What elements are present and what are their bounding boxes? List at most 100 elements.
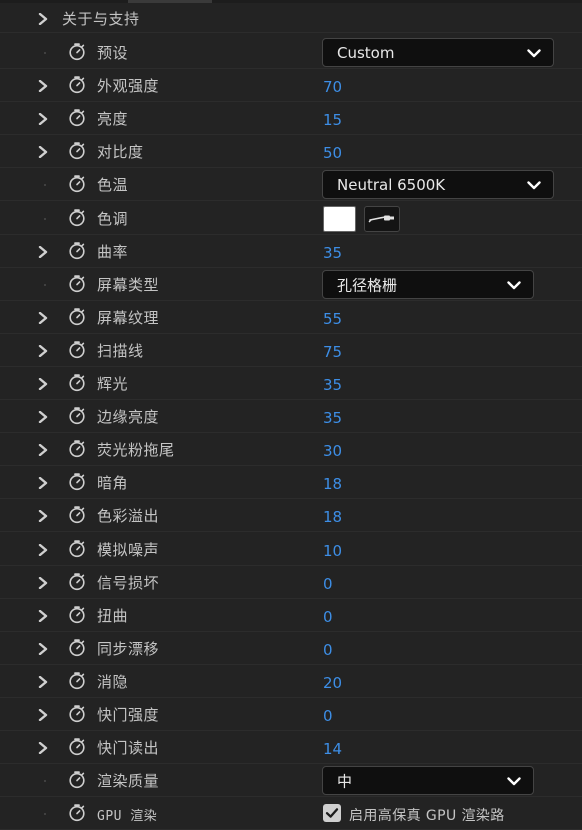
property-dropdown[interactable]: 中: [322, 766, 534, 795]
chevron-right-icon[interactable]: [36, 377, 50, 391]
property-row: 模拟噪声 10: [0, 533, 582, 566]
chevron-right-icon[interactable]: [36, 543, 50, 557]
property-row: 同步漂移 0: [0, 632, 582, 665]
chevron-right-icon[interactable]: [36, 576, 50, 590]
chevron-right-icon[interactable]: [36, 476, 50, 490]
property-value[interactable]: 18: [323, 475, 342, 493]
property-row: 边缘亮度 35: [0, 400, 582, 433]
stopwatch-icon[interactable]: [67, 240, 87, 260]
stopwatch-icon[interactable]: [67, 637, 87, 657]
property-value[interactable]: 0: [323, 608, 333, 626]
property-value[interactable]: 18: [323, 508, 342, 526]
chevron-right-icon[interactable]: [36, 741, 50, 755]
property-dropdown[interactable]: Custom: [322, 38, 554, 67]
property-row: 辉光 35: [0, 367, 582, 400]
stopwatch-icon[interactable]: [67, 802, 87, 822]
property-value[interactable]: 10: [323, 542, 342, 560]
stopwatch-icon[interactable]: [67, 736, 87, 756]
dropdown-selected-value: 孔径格栅: [337, 276, 398, 294]
stopwatch-icon[interactable]: [67, 74, 87, 94]
property-row: 对比度 50: [0, 135, 582, 168]
color-swatch[interactable]: [323, 206, 356, 232]
property-dropdown[interactable]: Neutral 6500K: [322, 170, 554, 199]
property-label: 亮度: [97, 110, 129, 128]
property-value[interactable]: 0: [323, 707, 333, 725]
chevron-right-icon[interactable]: [36, 675, 50, 689]
chevron-right-icon[interactable]: [36, 311, 50, 325]
property-label: 外观强度: [97, 77, 160, 95]
property-value[interactable]: 75: [323, 343, 342, 361]
property-row: GPU 渲染 启用高保真 GPU 渲染路: [0, 797, 582, 830]
stopwatch-icon[interactable]: [67, 703, 87, 723]
section-header-about[interactable]: 关于与支持: [0, 3, 582, 33]
property-label: 快门读出: [97, 739, 160, 757]
property-label: 对比度: [97, 143, 144, 161]
gpu-render-checkbox-label[interactable]: 启用高保真 GPU 渲染路: [349, 805, 505, 825]
chevron-right-icon[interactable]: [36, 245, 50, 259]
property-row: 信号损坏 0: [0, 566, 582, 599]
property-label: 扫描线: [97, 342, 144, 360]
property-value[interactable]: 50: [323, 144, 342, 162]
property-value[interactable]: 70: [323, 78, 342, 96]
property-label: 模拟噪声: [97, 541, 160, 559]
stopwatch-icon[interactable]: [67, 471, 87, 491]
dropdown-selected-value: Custom: [337, 43, 395, 62]
property-value[interactable]: 35: [323, 244, 342, 262]
eyedropper-icon[interactable]: [364, 206, 400, 232]
gpu-render-checkbox[interactable]: [323, 804, 341, 822]
property-row: 色调: [0, 202, 582, 235]
property-value[interactable]: 55: [323, 310, 342, 328]
stopwatch-icon[interactable]: [67, 670, 87, 690]
property-value[interactable]: 15: [323, 111, 342, 129]
property-row: 快门读出 14: [0, 731, 582, 764]
property-label: 消隐: [97, 673, 129, 691]
chevron-right-icon[interactable]: [36, 509, 50, 523]
chevron-right-icon[interactable]: [36, 443, 50, 457]
property-value[interactable]: 14: [323, 740, 342, 758]
property-label: 暗角: [97, 474, 129, 492]
property-row: 屏幕类型 孔径格栅: [0, 268, 582, 301]
stopwatch-icon[interactable]: [67, 405, 87, 425]
chevron-right-icon[interactable]: [36, 79, 50, 93]
stopwatch-icon[interactable]: [67, 604, 87, 624]
chevron-right-icon[interactable]: [36, 112, 50, 126]
stopwatch-icon[interactable]: [67, 273, 87, 293]
property-value[interactable]: 20: [323, 674, 342, 692]
property-label: GPU 渲染: [97, 809, 158, 824]
stopwatch-icon[interactable]: [67, 173, 87, 193]
stopwatch-icon[interactable]: [67, 207, 87, 227]
stopwatch-icon[interactable]: [67, 339, 87, 359]
property-value[interactable]: 35: [323, 409, 342, 427]
stopwatch-icon[interactable]: [67, 372, 87, 392]
stopwatch-icon[interactable]: [67, 107, 87, 127]
property-label: 信号损坏: [97, 574, 160, 592]
stopwatch-icon[interactable]: [67, 504, 87, 524]
property-row: 扫描线 75: [0, 334, 582, 367]
stopwatch-icon[interactable]: [67, 538, 87, 558]
stopwatch-icon[interactable]: [67, 571, 87, 591]
stopwatch-icon[interactable]: [67, 306, 87, 326]
stopwatch-icon[interactable]: [67, 41, 87, 61]
property-dropdown[interactable]: 孔径格栅: [322, 270, 534, 299]
stopwatch-icon[interactable]: [67, 769, 87, 789]
chevron-right-icon[interactable]: [36, 12, 50, 26]
property-label: 色温: [97, 176, 129, 194]
property-value[interactable]: 35: [323, 376, 342, 394]
property-value[interactable]: 0: [323, 641, 333, 659]
chevron-right-icon[interactable]: [36, 609, 50, 623]
property-value[interactable]: 0: [323, 575, 333, 593]
chevron-right-icon[interactable]: [36, 145, 50, 159]
stopwatch-icon[interactable]: [67, 438, 87, 458]
chevron-right-icon[interactable]: [36, 344, 50, 358]
chevron-right-icon[interactable]: [36, 642, 50, 656]
property-row: 暗角 18: [0, 466, 582, 499]
stopwatch-icon[interactable]: [67, 140, 87, 160]
property-row: 荧光粉拖尾 30: [0, 433, 582, 466]
property-label: 曲率: [97, 243, 129, 261]
property-label: 预设: [97, 44, 129, 62]
property-label: 扭曲: [97, 607, 129, 625]
chevron-right-icon[interactable]: [36, 410, 50, 424]
property-value[interactable]: 30: [323, 442, 342, 460]
property-label: 渲染质量: [97, 772, 160, 790]
chevron-right-icon[interactable]: [36, 708, 50, 722]
